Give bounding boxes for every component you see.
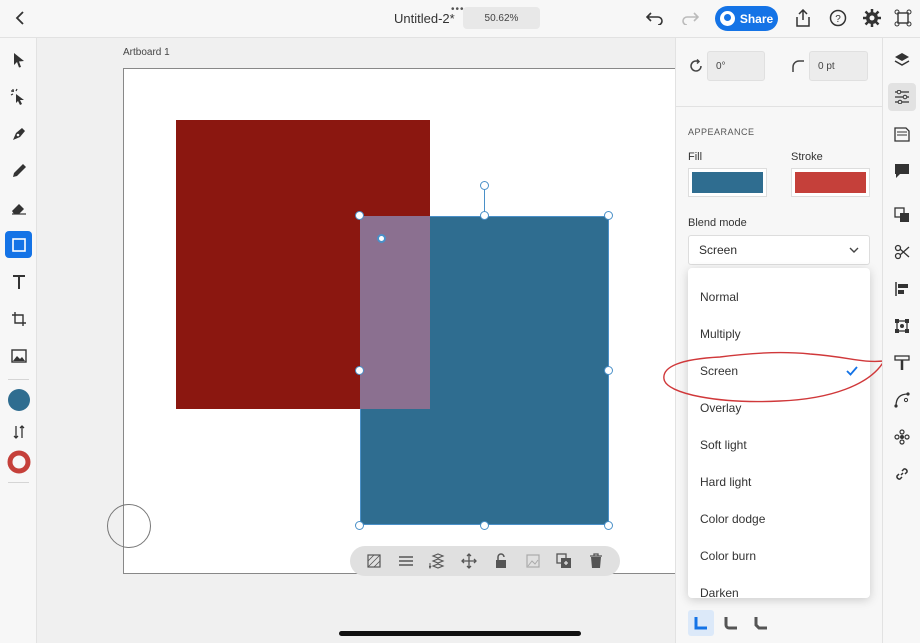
fill-color-swatch[interactable] (5, 386, 32, 413)
pencil-tool-icon[interactable] (5, 157, 32, 184)
transform-tool-icon[interactable] (5, 305, 32, 332)
image-tool-icon[interactable] (5, 342, 32, 369)
blend-option-multiply[interactable]: Multiply (688, 315, 870, 352)
link-icon[interactable] (888, 460, 916, 488)
canvas[interactable]: Artboard 1 (37, 38, 675, 643)
delete-icon[interactable] (586, 551, 606, 571)
stroke-label: Stroke (791, 151, 823, 163)
mask-icon[interactable] (364, 551, 384, 571)
share-label: Share (739, 11, 774, 26)
stroke-swatch[interactable] (791, 168, 870, 197)
eraser-tool-icon[interactable] (5, 194, 32, 221)
miter-join-icon[interactable] (688, 610, 714, 636)
corner-radius-field[interactable]: 0 pt (809, 51, 868, 81)
stroke-color-swatch[interactable] (5, 448, 32, 475)
blend-mode-value: Screen (699, 243, 738, 257)
blend-option-overlay[interactable]: Overlay (688, 389, 870, 426)
corner-radius-handle[interactable] (377, 234, 386, 243)
image-trace-icon[interactable] (523, 551, 543, 571)
resize-handle-w[interactable] (355, 366, 364, 375)
blend-mode-dropdown: Normal Multiply Screen Overlay Soft ligh… (688, 268, 870, 598)
blend-option-color-burn[interactable]: Color burn (688, 537, 870, 574)
layers-icon[interactable] (888, 46, 916, 74)
stroke-join-group (688, 610, 774, 636)
artboard-label[interactable]: Artboard 1 (123, 47, 170, 58)
rotate-icon (689, 58, 703, 78)
unlock-icon[interactable] (491, 551, 511, 571)
duplicate-icon[interactable] (554, 551, 574, 571)
stroke-color-chip (795, 172, 866, 193)
blend-mode-select[interactable]: Screen (688, 235, 870, 265)
type-tool-icon[interactable] (5, 268, 32, 295)
checkmark-icon (846, 365, 858, 376)
fill-swatch[interactable] (688, 168, 767, 197)
blend-option-normal[interactable]: Normal (688, 278, 870, 315)
rectangle-tool-icon[interactable] (5, 231, 32, 258)
resize-handle-ne[interactable] (604, 211, 613, 220)
menu-lines-icon[interactable] (396, 551, 416, 571)
resize-handle-sw[interactable] (355, 521, 364, 530)
chevron-down-icon (849, 247, 859, 253)
svg-text:?: ? (835, 14, 841, 25)
arrange-icon[interactable] (427, 551, 447, 571)
redo-icon[interactable] (680, 8, 700, 28)
resize-handle-se[interactable] (604, 521, 613, 530)
blend-option-screen[interactable]: Screen (688, 352, 870, 389)
right-rail (882, 38, 920, 643)
path-icon[interactable] (888, 386, 916, 414)
export-icon[interactable] (793, 8, 813, 28)
properties-panel: 0° 0 pt APPEARANCE Fill Stroke Blend mod… (675, 38, 883, 643)
corner-radius-icon (791, 59, 805, 78)
undo-icon[interactable] (645, 8, 665, 28)
app-window: ••• Untitled-2* 50.62% Share ? Artboard … (0, 0, 920, 643)
blend-option-darken[interactable]: Darken (688, 574, 870, 599)
toolbar-divider (8, 379, 29, 380)
user-icon (719, 11, 735, 26)
arrange-panel-icon[interactable] (888, 201, 916, 229)
rotation-handle[interactable] (480, 181, 489, 190)
round-join-icon[interactable] (718, 610, 744, 636)
document-title[interactable]: Untitled-2* (394, 11, 455, 26)
blend-option-soft-light[interactable]: Soft light (688, 426, 870, 463)
move-icon[interactable] (459, 551, 479, 571)
help-icon[interactable]: ? (828, 8, 848, 28)
share-button[interactable]: Share (715, 6, 778, 31)
libraries-icon[interactable] (888, 120, 916, 148)
pathfinder-icon[interactable] (888, 238, 916, 266)
blend-mode-label: Blend mode (688, 217, 747, 229)
zoom-level[interactable]: 50.62% (463, 7, 540, 29)
back-chevron-icon[interactable] (10, 8, 30, 28)
fill-label: Fill (688, 151, 703, 163)
screen-blend-overlap (360, 216, 430, 409)
left-toolbar (0, 38, 37, 643)
transform-panel-icon[interactable] (888, 312, 916, 340)
comments-icon[interactable] (888, 157, 916, 185)
contextual-taskbar (350, 546, 620, 576)
character-icon[interactable] (888, 349, 916, 377)
toolbar-divider (8, 482, 29, 483)
home-indicator[interactable] (339, 631, 581, 636)
collapse-icon[interactable] (893, 8, 913, 28)
direct-select-tool-icon[interactable] (5, 83, 32, 110)
properties-icon[interactable] (888, 83, 916, 111)
pen-tool-icon[interactable] (5, 120, 32, 147)
rotation-field[interactable]: 0° (707, 51, 765, 81)
resize-handle-s[interactable] (480, 521, 489, 530)
resize-handle-n[interactable] (480, 211, 489, 220)
resize-handle-e[interactable] (604, 366, 613, 375)
bevel-join-icon[interactable] (748, 610, 774, 636)
appearance-section-title: APPEARANCE (688, 127, 755, 137)
panel-divider (676, 106, 883, 107)
blend-option-color-dodge[interactable]: Color dodge (688, 500, 870, 537)
touch-shortcut-circle[interactable] (107, 504, 151, 548)
repeat-icon[interactable] (888, 423, 916, 451)
swap-colors-icon[interactable] (5, 418, 32, 445)
select-tool-icon[interactable] (5, 46, 32, 73)
fill-color-chip (692, 172, 763, 193)
settings-icon[interactable] (862, 8, 882, 28)
top-bar: ••• Untitled-2* 50.62% Share ? (0, 0, 920, 38)
resize-handle-nw[interactable] (355, 211, 364, 220)
align-icon[interactable] (888, 275, 916, 303)
blend-option-hard-light[interactable]: Hard light (688, 463, 870, 500)
